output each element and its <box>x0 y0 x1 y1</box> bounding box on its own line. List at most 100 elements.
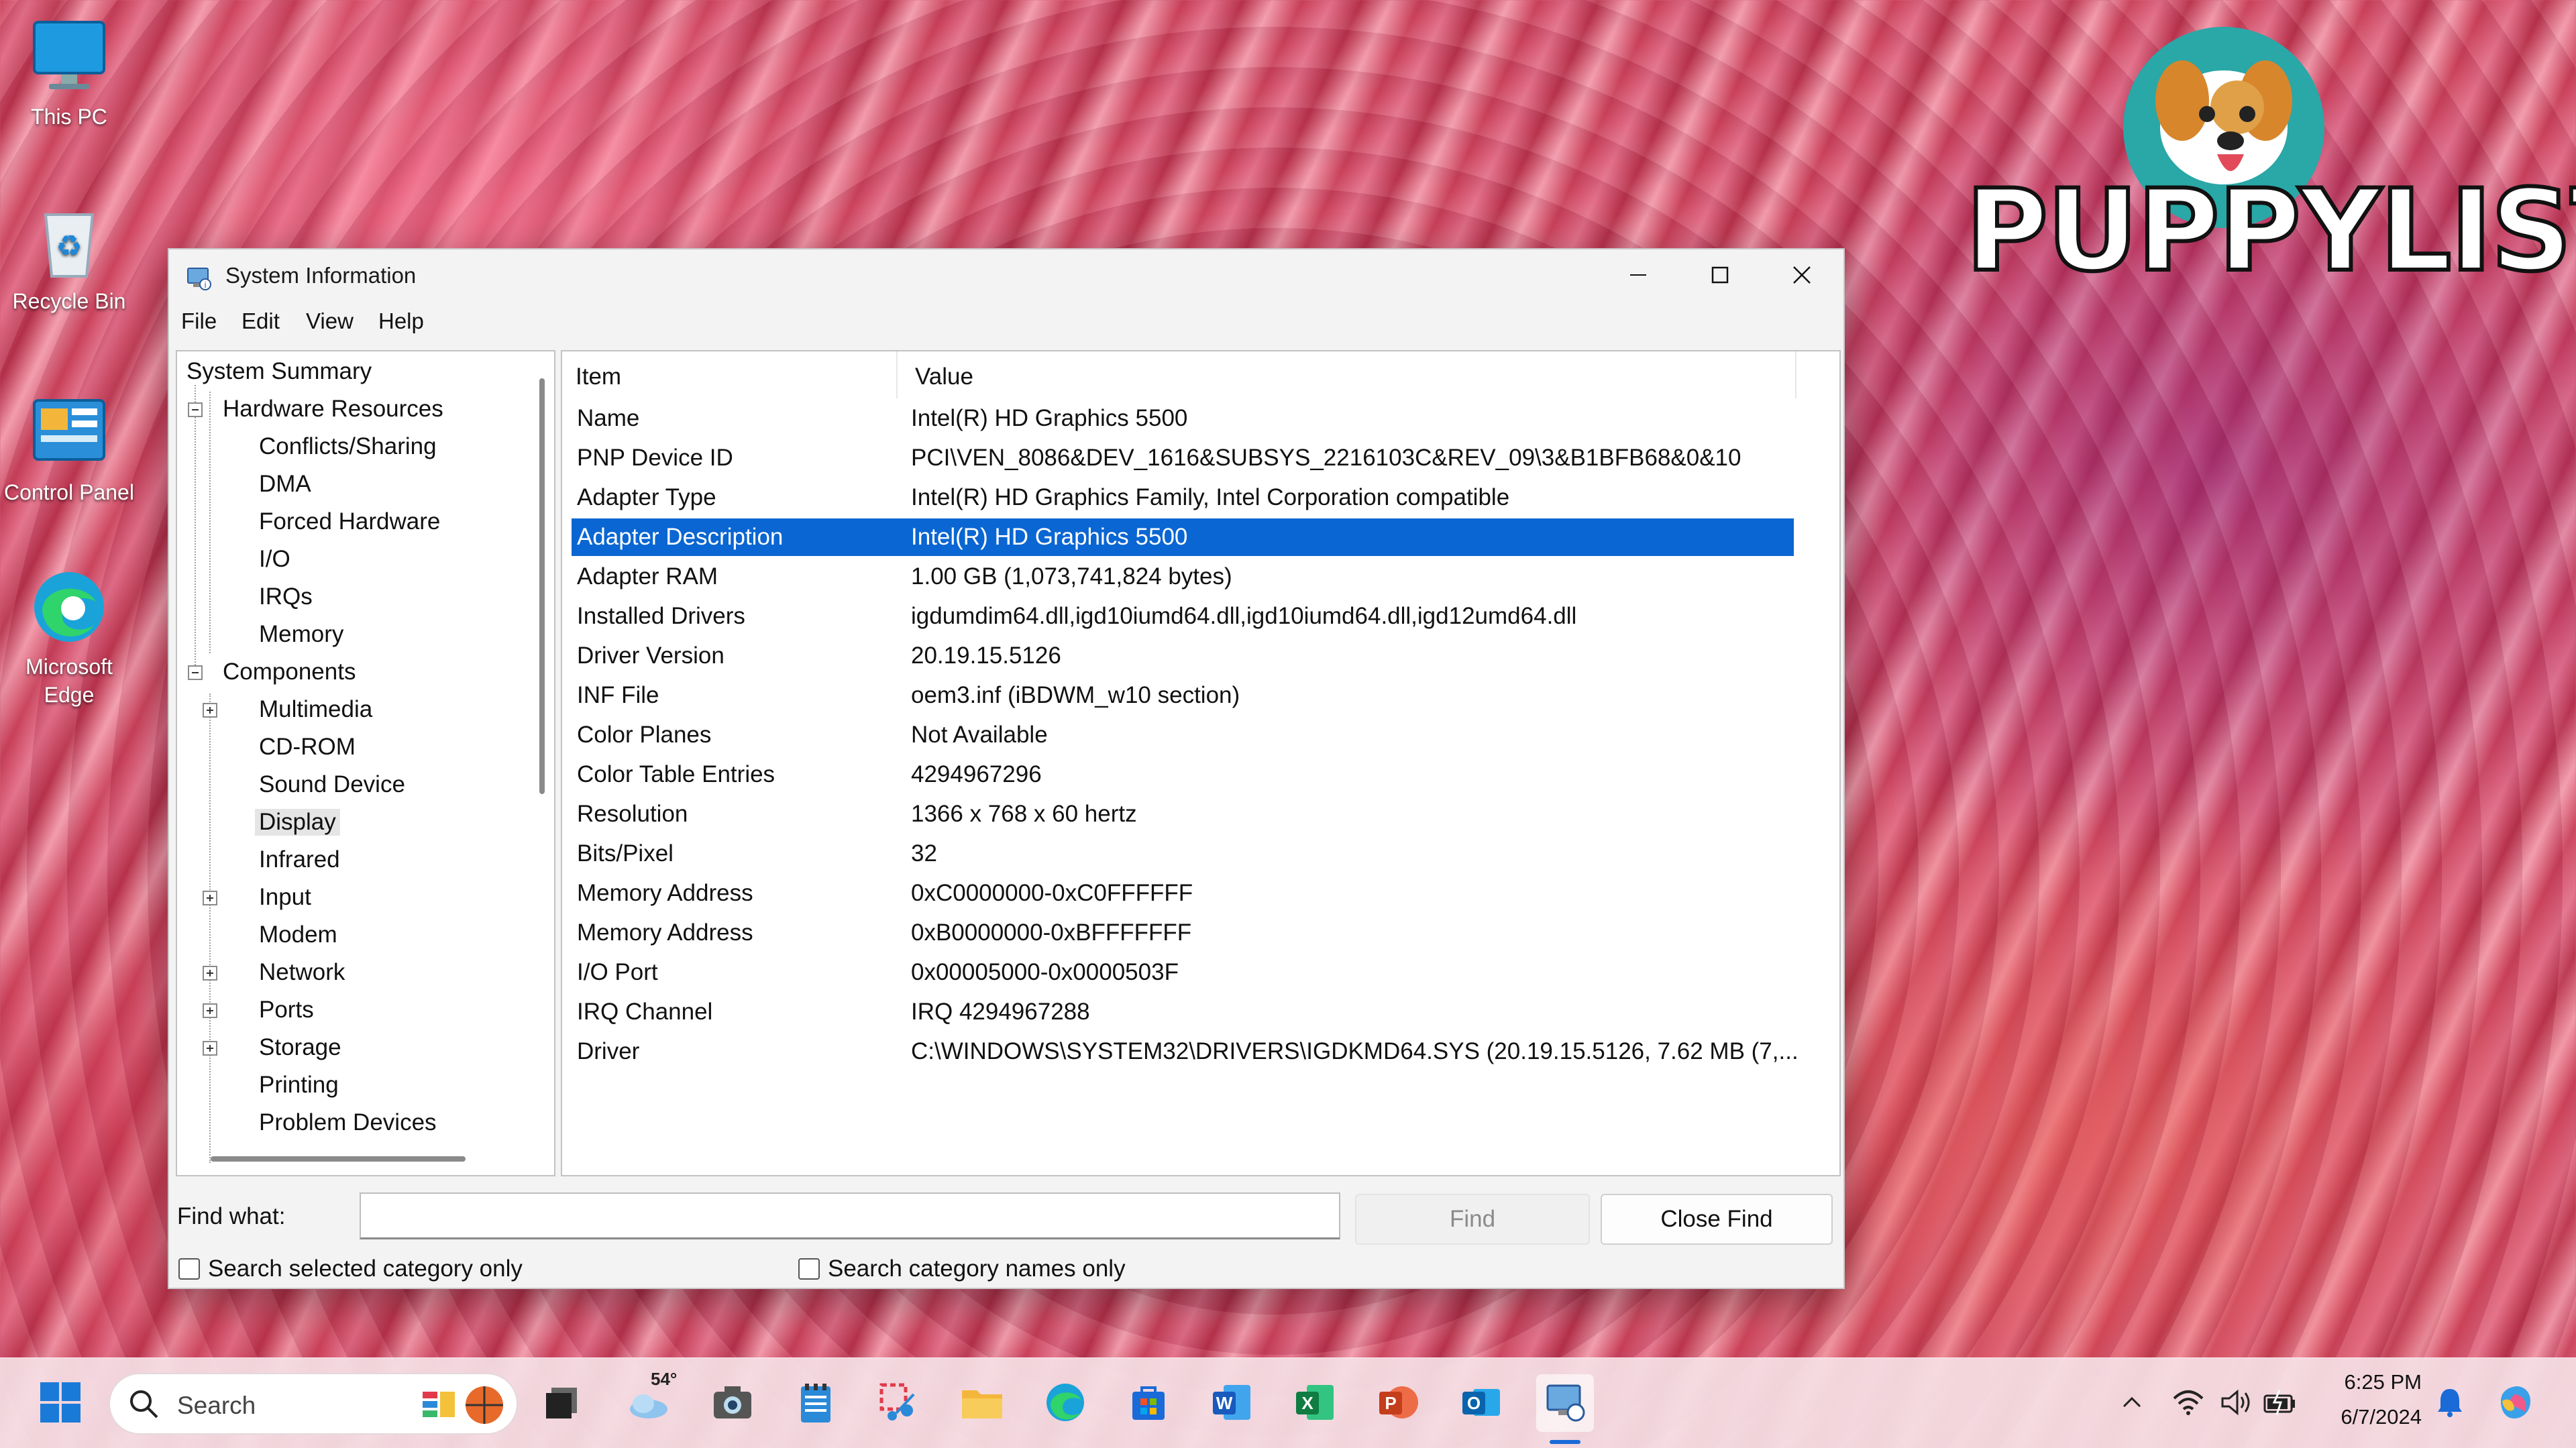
checkbox-box[interactable] <box>178 1258 200 1280</box>
table-row[interactable]: Memory Address 0xB0000000-0xBFFFFFFF <box>572 914 1794 952</box>
tree-item-printing[interactable]: Printing <box>259 1072 339 1099</box>
tree-item-components[interactable]: Components <box>223 659 356 685</box>
table-row[interactable]: Bits/Pixel 32 <box>572 835 1794 873</box>
system-information-app[interactable] <box>1536 1374 1594 1432</box>
desktop-icon-recycle-bin[interactable]: ♻ Recycle Bin <box>2 201 136 315</box>
store-app[interactable] <box>1123 1378 1174 1429</box>
close-button[interactable] <box>1762 249 1842 303</box>
powerpoint-app[interactable]: P <box>1373 1378 1424 1429</box>
table-row[interactable]: I/O Port 0x00005000-0x0000503F <box>572 954 1794 991</box>
column-header-value[interactable]: Value <box>898 351 1796 398</box>
search-selected-category-checkbox[interactable]: Search selected category only <box>178 1256 523 1282</box>
collapse-toggle[interactable] <box>188 665 203 680</box>
menu-view[interactable]: View <box>306 309 354 334</box>
battery-button[interactable] <box>2255 1378 2306 1429</box>
copilot-button[interactable] <box>2490 1378 2541 1429</box>
word-app[interactable]: W <box>1206 1378 1257 1429</box>
expand-toggle[interactable] <box>203 703 217 718</box>
category-tree[interactable]: System Summary Hardware Resources Confli… <box>176 350 555 1176</box>
notepad-app[interactable] <box>790 1378 841 1429</box>
network-button[interactable] <box>2163 1378 2214 1429</box>
menu-edit[interactable]: Edit <box>241 309 280 334</box>
svg-text:W: W <box>1216 1393 1233 1413</box>
table-row[interactable]: Color Planes Not Available <box>572 716 1794 754</box>
tree-item-io[interactable]: I/O <box>259 546 290 573</box>
tree-item-cd-rom[interactable]: CD-ROM <box>259 734 356 761</box>
tree-item-display[interactable]: Display <box>255 809 340 836</box>
taskbar-search[interactable]: Search <box>109 1373 518 1435</box>
table-row[interactable]: PNP Device ID PCI\VEN_8086&DEV_1616&SUBSY… <box>572 439 1794 477</box>
menu-file[interactable]: File <box>181 309 217 334</box>
tree-item-dma[interactable]: DMA <box>259 471 311 498</box>
table-row[interactable]: INF File oem3.inf (iBDWM_w10 section) <box>572 677 1794 714</box>
checkbox-box[interactable] <box>798 1258 820 1280</box>
camera-app[interactable] <box>707 1378 758 1429</box>
snipping-tool-app[interactable] <box>873 1378 924 1429</box>
tree-item-irqs[interactable]: IRQs <box>259 583 313 610</box>
excel-app[interactable]: X <box>1289 1378 1340 1429</box>
table-row-selected[interactable]: Adapter Description Intel(R) HD Graphics … <box>572 518 1794 556</box>
tree-horizontal-scrollbar[interactable] <box>211 1156 466 1162</box>
svg-text:O: O <box>1467 1393 1481 1413</box>
show-hidden-icons-button[interactable] <box>2106 1378 2157 1429</box>
title-bar[interactable]: i System Information <box>169 249 1843 303</box>
table-row[interactable]: Driver Version 20.19.15.5126 <box>572 637 1794 675</box>
clock-date[interactable]: 6/7/2024 <box>2308 1405 2422 1429</box>
notification-button[interactable] <box>2424 1378 2475 1429</box>
collapse-toggle[interactable] <box>188 402 203 417</box>
file-explorer-app[interactable] <box>957 1378 1008 1429</box>
expand-toggle[interactable] <box>203 1041 217 1056</box>
tree-item-memory[interactable]: Memory <box>259 621 343 648</box>
minimize-button[interactable] <box>1598 249 1678 303</box>
volume-button[interactable] <box>2211 1378 2262 1429</box>
tree-item-infrared[interactable]: Infrared <box>259 846 340 873</box>
tree-item-problem-devices[interactable]: Problem Devices <box>259 1109 437 1136</box>
table-row[interactable]: Installed Drivers igdumdim64.dll,igd10ium… <box>572 598 1794 635</box>
outlook-app[interactable]: O <box>1456 1378 1507 1429</box>
tree-item-input[interactable]: Input <box>259 884 311 911</box>
row-item: Adapter Type <box>577 484 716 510</box>
expand-toggle[interactable] <box>203 1003 217 1018</box>
tree-item-sound-device[interactable]: Sound Device <box>259 771 405 798</box>
task-view-button[interactable] <box>537 1378 588 1429</box>
tree-item-system-summary[interactable]: System Summary <box>186 358 372 385</box>
close-find-button[interactable]: Close Find <box>1601 1194 1833 1245</box>
table-row[interactable]: Adapter RAM 1.00 GB (1,073,741,824 bytes) <box>572 558 1794 596</box>
clock-time[interactable]: 6:25 PM <box>2308 1370 2422 1394</box>
row-item: Memory Address <box>577 920 753 946</box>
tree-item-ports[interactable]: Ports <box>259 997 314 1023</box>
find-button[interactable]: Find <box>1355 1194 1590 1245</box>
start-button[interactable] <box>35 1378 86 1429</box>
table-row[interactable]: Driver C:\WINDOWS\SYSTEM32\DRIVERS\IGDKMD… <box>572 1033 1799 1070</box>
desktop-icon-microsoft-edge[interactable]: Microsoft Edge <box>2 567 136 709</box>
search-category-names-checkbox[interactable]: Search category names only <box>798 1256 1126 1282</box>
maximize-button[interactable] <box>1680 249 1760 303</box>
menu-help[interactable]: Help <box>378 309 424 334</box>
edge-app[interactable] <box>1040 1378 1091 1429</box>
tree-item-storage[interactable]: Storage <box>259 1034 341 1061</box>
table-row[interactable]: IRQ Channel IRQ 4294967288 <box>572 993 1794 1031</box>
tree-vertical-scrollbar[interactable] <box>539 378 545 794</box>
tree-item-forced-hardware[interactable]: Forced Hardware <box>259 508 440 535</box>
find-label: Find what: <box>177 1203 286 1229</box>
table-row[interactable]: Resolution 1366 x 768 x 60 hertz <box>572 795 1794 833</box>
weather-button[interactable]: 54° <box>624 1369 677 1429</box>
table-row[interactable]: Color Table Entries 4294967296 <box>572 756 1794 793</box>
find-input[interactable] <box>360 1192 1340 1239</box>
tree-item-multimedia[interactable]: Multimedia <box>259 696 372 723</box>
table-row[interactable]: Memory Address 0xC0000000-0xC0FFFFFF <box>572 875 1794 912</box>
tree-item-conflicts-sharing[interactable]: Conflicts/Sharing <box>259 433 437 460</box>
expand-toggle[interactable] <box>203 891 217 905</box>
desktop-icon-this-pc[interactable]: This PC <box>2 17 136 131</box>
expand-toggle[interactable] <box>203 966 217 981</box>
start-icon <box>39 1381 82 1427</box>
table-row[interactable]: Name Intel(R) HD Graphics 5500 <box>572 400 1794 437</box>
tree-item-hardware-resources[interactable]: Hardware Resources <box>223 396 443 423</box>
desktop-icon-control-panel[interactable]: Control Panel <box>2 392 136 506</box>
column-header-item[interactable]: Item <box>562 351 898 398</box>
table-row[interactable]: Adapter Type Intel(R) HD Graphics Family,… <box>572 479 1794 516</box>
details-list[interactable]: Item Value Name Intel(R) HD Graphics 5500… <box>561 350 1841 1176</box>
tree-item-modem[interactable]: Modem <box>259 922 337 948</box>
tree-item-network[interactable]: Network <box>259 959 345 986</box>
row-value: Intel(R) HD Graphics 5500 <box>911 405 1188 431</box>
